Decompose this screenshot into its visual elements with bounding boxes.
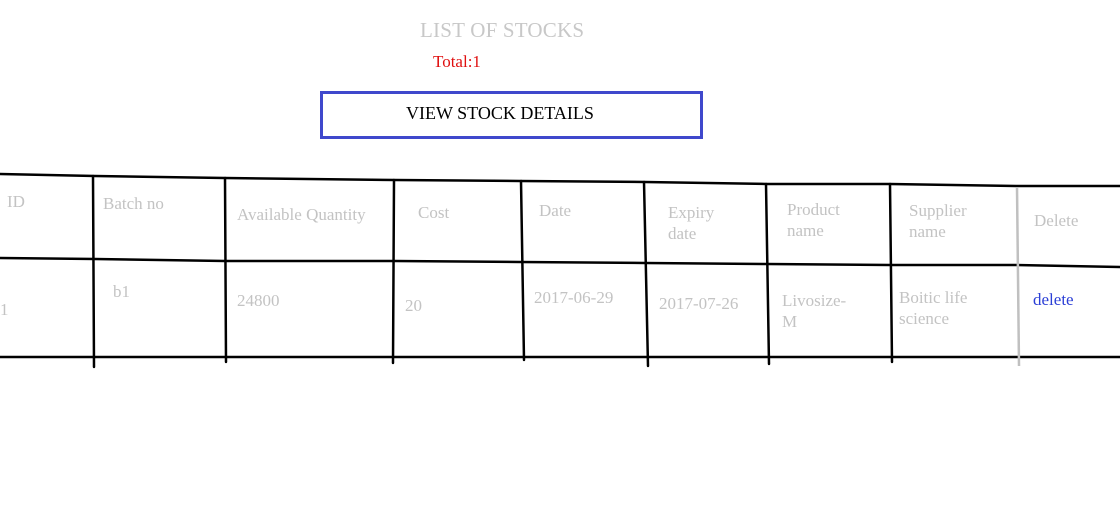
header-expiry-line2: date: [668, 224, 697, 243]
col-divider-3: [391, 178, 396, 365]
row-product-line2: M: [782, 312, 798, 331]
row-supplier-line2: science: [899, 309, 950, 328]
row-date: 2017-06-29: [534, 288, 614, 307]
col-divider-4: [519, 179, 526, 362]
row-expiry-date: 2017-07-26: [659, 294, 739, 313]
col-divider-2: [223, 176, 228, 364]
header-product-line1: Product: [787, 200, 840, 219]
header-available-quantity: Available Quantity: [237, 205, 366, 224]
stock-table-grid: [0, 172, 1120, 369]
header-batch-no: Batch no: [103, 194, 164, 213]
header-product-name: Product name: [787, 199, 840, 241]
header-supplier-name: Supplier name: [909, 200, 967, 242]
col-divider-7: [888, 182, 894, 364]
header-date: Date: [539, 201, 572, 220]
table-top-border: [0, 172, 1120, 188]
header-delete: Delete: [1034, 211, 1079, 230]
header-expiry-date: Expiry date: [668, 202, 714, 244]
row-product-name: Livosize- M: [782, 290, 846, 332]
header-supplier-line1: Supplier: [909, 201, 967, 220]
row-id: 1: [0, 300, 9, 319]
header-product-line2: name: [787, 221, 824, 240]
row-product-line1: Livosize-: [782, 291, 847, 310]
header-cost: Cost: [418, 203, 450, 222]
row-delete-link[interactable]: delete: [1033, 290, 1074, 310]
row-cost: 20: [405, 296, 422, 315]
header-supplier-line2: name: [909, 222, 946, 241]
col-divider-5: [642, 180, 650, 368]
row-supplier-name: Boitic life science: [899, 287, 967, 329]
col-divider-6: [764, 182, 771, 366]
table-header-divider: [0, 256, 1120, 269]
row-available-quantity: 24800: [237, 291, 280, 310]
col-divider-8: [1015, 186, 1021, 367]
header-id: ID: [7, 192, 25, 211]
row-batch-no: b1: [113, 282, 130, 301]
row-supplier-line1: Boitic life: [899, 288, 968, 307]
col-divider-1: [91, 174, 96, 369]
header-expiry-line1: Expiry: [668, 203, 715, 222]
stock-list-page: LIST OF STOCKS Total:1 VIEW STOCK DETAIL…: [0, 0, 1120, 521]
